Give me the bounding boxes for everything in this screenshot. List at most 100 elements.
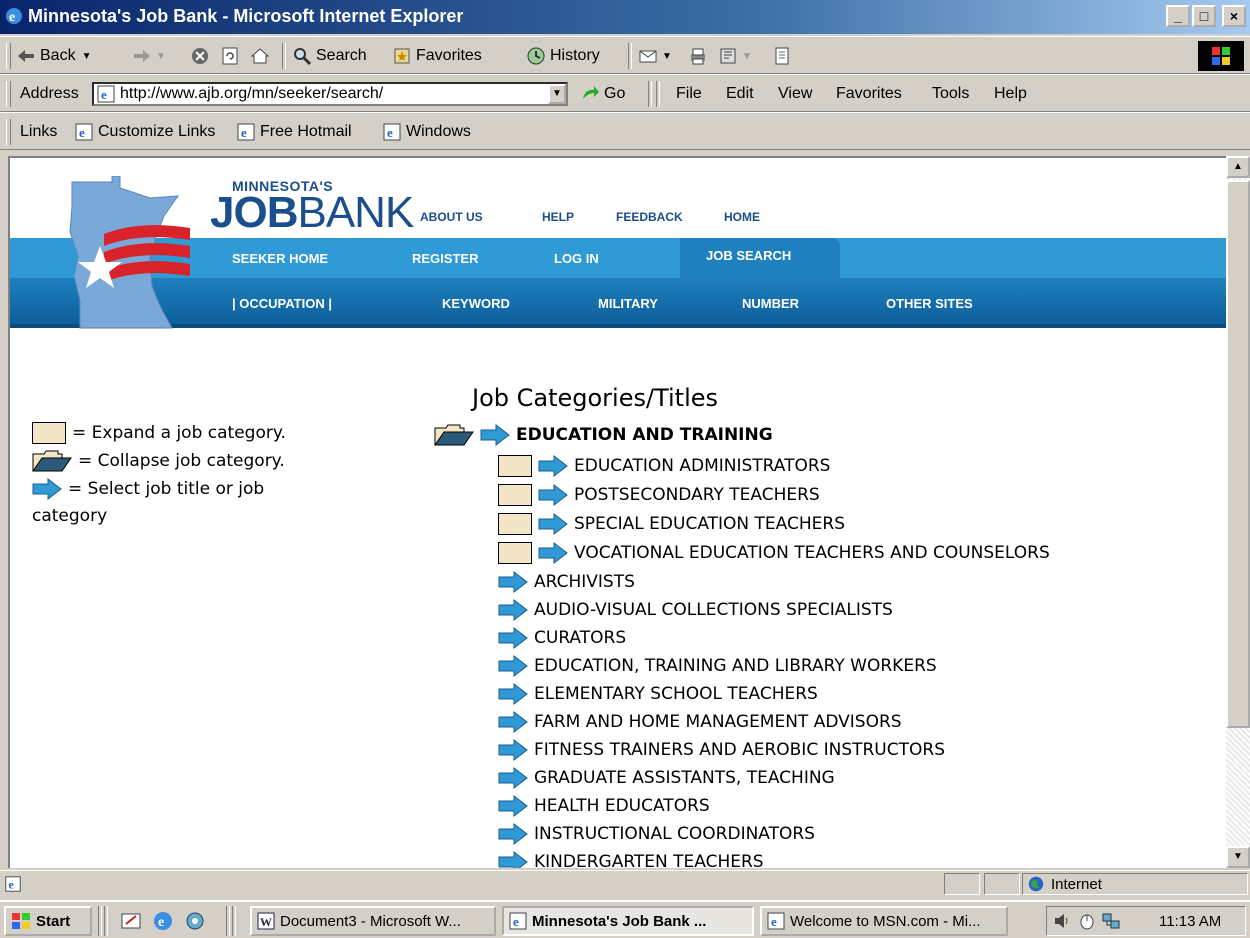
mail-dropdown-icon[interactable]: ▼ bbox=[662, 51, 672, 62]
job-title-label[interactable]: FITNESS TRAINERS AND AEROBIC INSTRUCTORS bbox=[534, 740, 945, 760]
job-title-row[interactable]: FITNESS TRAINERS AND AEROBIC INSTRUCTORS bbox=[498, 737, 945, 763]
close-button[interactable]: × bbox=[1222, 5, 1246, 27]
scroll-thumb[interactable] bbox=[1226, 180, 1250, 728]
subnav-keyword[interactable]: KEYWORD bbox=[442, 296, 510, 311]
subcategory-row[interactable]: SPECIAL EDUCATION TEACHERS bbox=[498, 511, 845, 537]
job-title-label[interactable]: GRADUATE ASSISTANTS, TEACHING bbox=[534, 768, 835, 788]
subcategory-label[interactable]: EDUCATION ADMINISTRATORS bbox=[574, 456, 830, 476]
job-title-row[interactable]: GRADUATE ASSISTANTS, TEACHING bbox=[498, 765, 835, 791]
nav-log-in[interactable]: LOG IN bbox=[554, 251, 599, 266]
favorites-button[interactable]: Favorites bbox=[392, 43, 482, 69]
subcategory-row[interactable]: POSTSECONDARY TEACHERS bbox=[498, 482, 820, 508]
link-help[interactable]: HELP bbox=[542, 210, 574, 224]
address-field[interactable]: e http://www.ajb.org/mn/seeker/search/ ▼ bbox=[92, 82, 568, 106]
link-customize-links[interactable]: e Customize Links bbox=[74, 119, 215, 145]
toolbar-grip[interactable] bbox=[6, 81, 11, 107]
select-arrow-icon[interactable] bbox=[538, 484, 568, 506]
vertical-scrollbar[interactable]: ▲ ▼ bbox=[1226, 156, 1250, 868]
minimize-button[interactable]: _ bbox=[1166, 5, 1190, 27]
job-title-row[interactable]: KINDERGARTEN TEACHERS bbox=[498, 849, 764, 868]
maximize-button[interactable]: □ bbox=[1192, 5, 1216, 27]
subnav-other-sites[interactable]: OTHER SITES bbox=[886, 296, 973, 311]
subcategory-label[interactable]: POSTSECONDARY TEACHERS bbox=[574, 485, 820, 505]
start-button[interactable]: Start bbox=[4, 906, 92, 936]
subcategory-label[interactable]: SPECIAL EDUCATION TEACHERS bbox=[574, 514, 845, 534]
select-arrow-icon[interactable] bbox=[498, 683, 528, 705]
mouse-icon[interactable] bbox=[1077, 911, 1097, 931]
minnesota-flag-logo[interactable] bbox=[60, 176, 210, 330]
network-icon[interactable] bbox=[1101, 911, 1121, 931]
stop-button[interactable] bbox=[190, 43, 214, 69]
edit-dropdown-icon[interactable]: ▼ bbox=[742, 51, 752, 62]
ie-quicklaunch-icon[interactable]: e bbox=[152, 910, 174, 932]
link-home[interactable]: HOME bbox=[724, 210, 760, 224]
task-minnesota-job-bank[interactable]: e Minnesota's Job Bank ... bbox=[502, 906, 754, 936]
select-arrow-icon[interactable] bbox=[498, 739, 528, 761]
job-title-row[interactable]: AUDIO-VISUAL COLLECTIONS SPECIALISTS bbox=[498, 597, 893, 623]
link-about-us[interactable]: ABOUT US bbox=[420, 210, 483, 224]
job-title-label[interactable]: AUDIO-VISUAL COLLECTIONS SPECIALISTS bbox=[534, 600, 893, 620]
home-button[interactable] bbox=[250, 43, 274, 69]
toolbar-grip[interactable] bbox=[6, 43, 11, 69]
select-arrow-icon[interactable] bbox=[480, 424, 510, 446]
select-arrow-icon[interactable] bbox=[538, 542, 568, 564]
select-arrow-icon[interactable] bbox=[498, 655, 528, 677]
category-label[interactable]: EDUCATION AND TRAINING bbox=[516, 425, 773, 445]
select-arrow-icon[interactable] bbox=[498, 571, 528, 593]
open-folder-icon[interactable] bbox=[434, 424, 474, 446]
closed-folder-icon[interactable] bbox=[498, 513, 532, 535]
subcategory-label[interactable]: VOCATIONAL EDUCATION TEACHERS AND COUNSE… bbox=[574, 543, 1050, 563]
forward-button[interactable]: ▼ bbox=[132, 43, 166, 69]
job-title-label[interactable]: KINDERGARTEN TEACHERS bbox=[534, 852, 764, 868]
job-title-label[interactable]: ARCHIVISTS bbox=[534, 572, 635, 592]
go-button[interactable]: Go bbox=[580, 81, 625, 107]
closed-folder-icon[interactable] bbox=[498, 542, 532, 564]
subnav-number[interactable]: NUMBER bbox=[742, 296, 799, 311]
discuss-button[interactable] bbox=[772, 43, 796, 69]
toolbar-grip[interactable] bbox=[6, 119, 11, 145]
select-arrow-icon[interactable] bbox=[498, 767, 528, 789]
job-title-row[interactable]: EDUCATION, TRAINING AND LIBRARY WORKERS bbox=[498, 653, 937, 679]
edit-page-button[interactable]: ▼ bbox=[718, 43, 752, 69]
job-title-label[interactable]: HEALTH EDUCATORS bbox=[534, 796, 710, 816]
link-free-hotmail[interactable]: e Free Hotmail bbox=[236, 119, 352, 145]
search-button[interactable]: Search bbox=[292, 43, 367, 69]
select-arrow-icon[interactable] bbox=[538, 513, 568, 535]
scroll-up-button[interactable]: ▲ bbox=[1226, 156, 1250, 178]
menu-file[interactable]: File bbox=[676, 81, 702, 107]
select-arrow-icon[interactable] bbox=[498, 795, 528, 817]
channels-icon[interactable] bbox=[184, 910, 206, 932]
job-title-label[interactable]: ELEMENTARY SCHOOL TEACHERS bbox=[534, 684, 818, 704]
menu-favorites[interactable]: Favorites bbox=[836, 81, 902, 107]
nav-register[interactable]: REGISTER bbox=[412, 251, 478, 266]
back-button[interactable]: Back ▼ bbox=[16, 43, 91, 69]
nav-job-search[interactable]: JOB SEARCH bbox=[706, 248, 791, 263]
subnav-occupation[interactable]: | OCCUPATION | bbox=[232, 296, 332, 311]
select-arrow-icon[interactable] bbox=[498, 627, 528, 649]
nav-seeker-home[interactable]: SEEKER HOME bbox=[232, 251, 328, 266]
show-desktop-icon[interactable] bbox=[120, 910, 142, 932]
link-feedback[interactable]: FEEDBACK bbox=[616, 210, 683, 224]
menu-help[interactable]: Help bbox=[994, 81, 1027, 107]
task-word-document[interactable]: W Document3 - Microsoft W... bbox=[250, 906, 496, 936]
mail-button[interactable]: ▼ bbox=[638, 43, 672, 69]
select-arrow-icon[interactable] bbox=[498, 711, 528, 733]
closed-folder-icon[interactable] bbox=[498, 484, 532, 506]
address-url[interactable]: http://www.ajb.org/mn/seeker/search/ bbox=[120, 85, 383, 103]
closed-folder-icon[interactable] bbox=[498, 455, 532, 477]
subcategory-row[interactable]: VOCATIONAL EDUCATION TEACHERS AND COUNSE… bbox=[498, 540, 1050, 566]
job-title-row[interactable]: FARM AND HOME MANAGEMENT ADVISORS bbox=[498, 709, 902, 735]
job-title-label[interactable]: FARM AND HOME MANAGEMENT ADVISORS bbox=[534, 712, 902, 732]
task-msn[interactable]: e Welcome to MSN.com - Mi... bbox=[760, 906, 1008, 936]
back-dropdown-icon[interactable]: ▼ bbox=[82, 51, 92, 62]
forward-dropdown-icon[interactable]: ▼ bbox=[156, 51, 166, 62]
menu-tools[interactable]: Tools bbox=[932, 81, 969, 107]
select-arrow-icon[interactable] bbox=[538, 455, 568, 477]
print-button[interactable] bbox=[688, 43, 712, 69]
select-arrow-icon[interactable] bbox=[498, 599, 528, 621]
job-title-row[interactable]: ELEMENTARY SCHOOL TEACHERS bbox=[498, 681, 818, 707]
select-arrow-icon[interactable] bbox=[498, 851, 528, 868]
select-arrow-icon[interactable] bbox=[498, 823, 528, 845]
job-title-row[interactable]: HEALTH EDUCATORS bbox=[498, 793, 710, 819]
job-title-label[interactable]: EDUCATION, TRAINING AND LIBRARY WORKERS bbox=[534, 656, 937, 676]
